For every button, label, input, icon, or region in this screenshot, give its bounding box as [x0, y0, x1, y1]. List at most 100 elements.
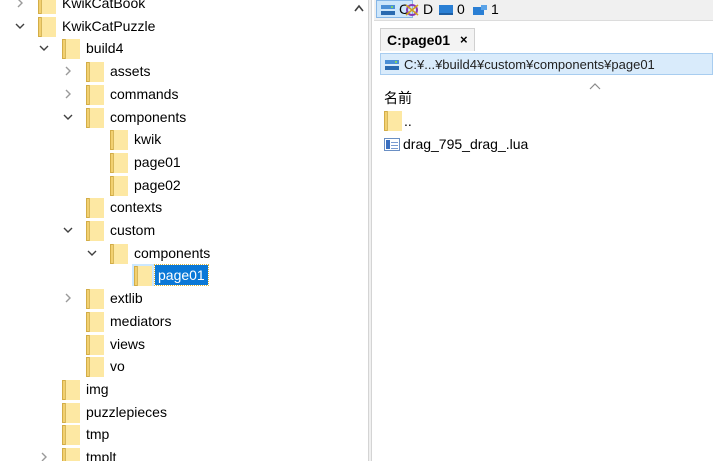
tab-page01[interactable]: C:page01 ×	[380, 28, 475, 51]
folder-icon	[134, 266, 152, 287]
tree-item-label: mediators	[110, 312, 172, 329]
tree-item-label: KwikCatBook	[62, 0, 146, 11]
list-item-file[interactable]: drag_795_drag_.lua	[384, 133, 528, 155]
tree-item-page01[interactable]: page01	[0, 151, 348, 173]
path-bar[interactable]: C:¥...¥build4¥custom¥components¥page01	[380, 53, 713, 75]
tree-item-label: components	[134, 244, 211, 261]
tree-item-build4[interactable]: build4	[0, 37, 348, 60]
tree-item-label: KwikCatPuzzle	[62, 17, 156, 34]
folder-icon	[62, 425, 80, 446]
drive-0-icon	[438, 3, 454, 15]
drive-d-label: D	[423, 1, 434, 17]
tree-item-label: vo	[110, 358, 125, 375]
tree-item-components[interactable]: components	[0, 106, 348, 128]
tree-item-tmp[interactable]: tmp	[0, 423, 348, 446]
tree-item-label: page02	[134, 176, 181, 193]
list-item-label: ..	[404, 113, 412, 129]
folder-icon	[86, 84, 104, 105]
tree-item-label: tmp	[86, 426, 110, 443]
folder-icon	[38, 16, 56, 37]
tree-item-extlib[interactable]: extlib	[0, 287, 348, 310]
folder-icon	[110, 130, 128, 151]
tree-item-page02[interactable]: page02	[0, 174, 348, 196]
folder-icon	[86, 107, 104, 128]
tree-item-label: page01	[134, 153, 181, 170]
tree-item-label: extlib	[110, 290, 143, 307]
tree-item-label: img	[86, 380, 109, 397]
folder-icon	[86, 198, 104, 219]
folder-icon	[86, 357, 104, 378]
pane-splitter[interactable]	[368, 0, 372, 461]
list-item-label: drag_795_drag_.lua	[403, 136, 529, 152]
tree-item-img[interactable]: img	[0, 378, 348, 400]
chevron-right-icon[interactable]	[38, 446, 50, 461]
chevron-right-icon[interactable]	[62, 83, 74, 105]
tree-item-contexts[interactable]: contexts	[0, 196, 348, 219]
chevron-down-icon[interactable]	[86, 242, 98, 264]
tree-item-label: build4	[86, 40, 124, 57]
folder-icon	[110, 152, 128, 173]
folder-tree[interactable]: KwikCatBook KwikCatPuzzle build4 assets comm…	[0, 0, 348, 461]
tree-item-label: kwik	[134, 131, 162, 148]
tree-item-label: tmplt	[86, 449, 117, 461]
folder-icon	[62, 39, 80, 60]
drive-c-icon	[380, 3, 396, 15]
chevron-down-icon[interactable]	[14, 15, 26, 37]
folder-icon	[62, 402, 80, 423]
tree-item-label: commands	[110, 85, 179, 102]
chevron-right-icon[interactable]	[62, 287, 74, 309]
drive-d-icon	[404, 3, 420, 16]
tree-item-tmplt[interactable]: tmplt	[0, 446, 348, 461]
tree-item-kwikcatpuzzle[interactable]: KwikCatPuzzle	[0, 15, 348, 37]
tree-item-label: assets	[110, 63, 151, 80]
tree-item-views[interactable]: views	[0, 333, 348, 355]
chevron-down-icon[interactable]	[62, 106, 74, 128]
tab-label: C:page01	[387, 32, 451, 48]
tree-item-label: contexts	[110, 199, 163, 216]
chevron-down-icon[interactable]	[38, 37, 50, 59]
folder-icon	[86, 334, 104, 355]
lua-file-icon	[384, 137, 400, 151]
folder-icon	[384, 111, 402, 131]
folder-icon	[86, 311, 104, 332]
drive-1-icon	[472, 3, 488, 15]
drive-1-label: 1	[491, 1, 499, 17]
folder-icon	[86, 289, 104, 310]
tree-item-vo[interactable]: vo	[0, 355, 348, 378]
close-tab-icon[interactable]: ×	[460, 29, 468, 51]
list-item-parent[interactable]: ..	[384, 110, 412, 132]
drive-d-button[interactable]: D	[404, 0, 433, 18]
chevron-right-icon[interactable]	[62, 60, 74, 82]
tree-item-puzzlepieces[interactable]: puzzlepieces	[0, 401, 348, 423]
tree-item-kwikcatbook[interactable]: KwikCatBook	[0, 0, 348, 14]
folder-icon	[110, 175, 128, 196]
tree-item-commands[interactable]: commands	[0, 83, 348, 105]
folder-icon	[110, 243, 128, 264]
tab-bar: C:page01 ×	[374, 21, 713, 51]
folder-icon	[86, 221, 104, 241]
folder-icon	[86, 62, 104, 83]
column-header-name[interactable]: 名前	[384, 88, 412, 108]
tree-item-label: components	[110, 108, 187, 125]
chevron-right-icon[interactable]	[14, 0, 26, 14]
folder-icon	[38, 0, 56, 14]
chevron-down-icon[interactable]	[62, 219, 74, 241]
drive-0-label: 0	[457, 1, 465, 17]
tree-item-mediators[interactable]: mediators	[0, 310, 348, 332]
tree-item-assets[interactable]: assets	[0, 60, 348, 83]
file-list-pane: C D 0 1 C:page01 × C:¥...¥build4¥custom¥…	[374, 0, 713, 461]
tree-item-page01[interactable]: page01	[0, 264, 348, 287]
tree-item-kwik[interactable]: kwik	[0, 128, 348, 151]
scroll-up-arrow-icon[interactable]	[352, 0, 366, 16]
tree-item-components[interactable]: components	[0, 242, 348, 264]
tree-item-label: custom	[110, 222, 156, 238]
drive-1-button[interactable]: 1	[472, 0, 499, 18]
tree-item-label: puzzlepieces	[86, 403, 167, 420]
path-text: C:¥...¥build4¥custom¥components¥page01	[404, 56, 655, 72]
drive-0-button[interactable]: 0	[438, 0, 465, 18]
tree-item-label: page01	[154, 264, 209, 287]
sort-ascending-icon	[588, 78, 602, 90]
folder-icon	[62, 448, 80, 461]
folder-icon	[62, 379, 80, 400]
tree-item-custom[interactable]: custom	[0, 219, 348, 241]
